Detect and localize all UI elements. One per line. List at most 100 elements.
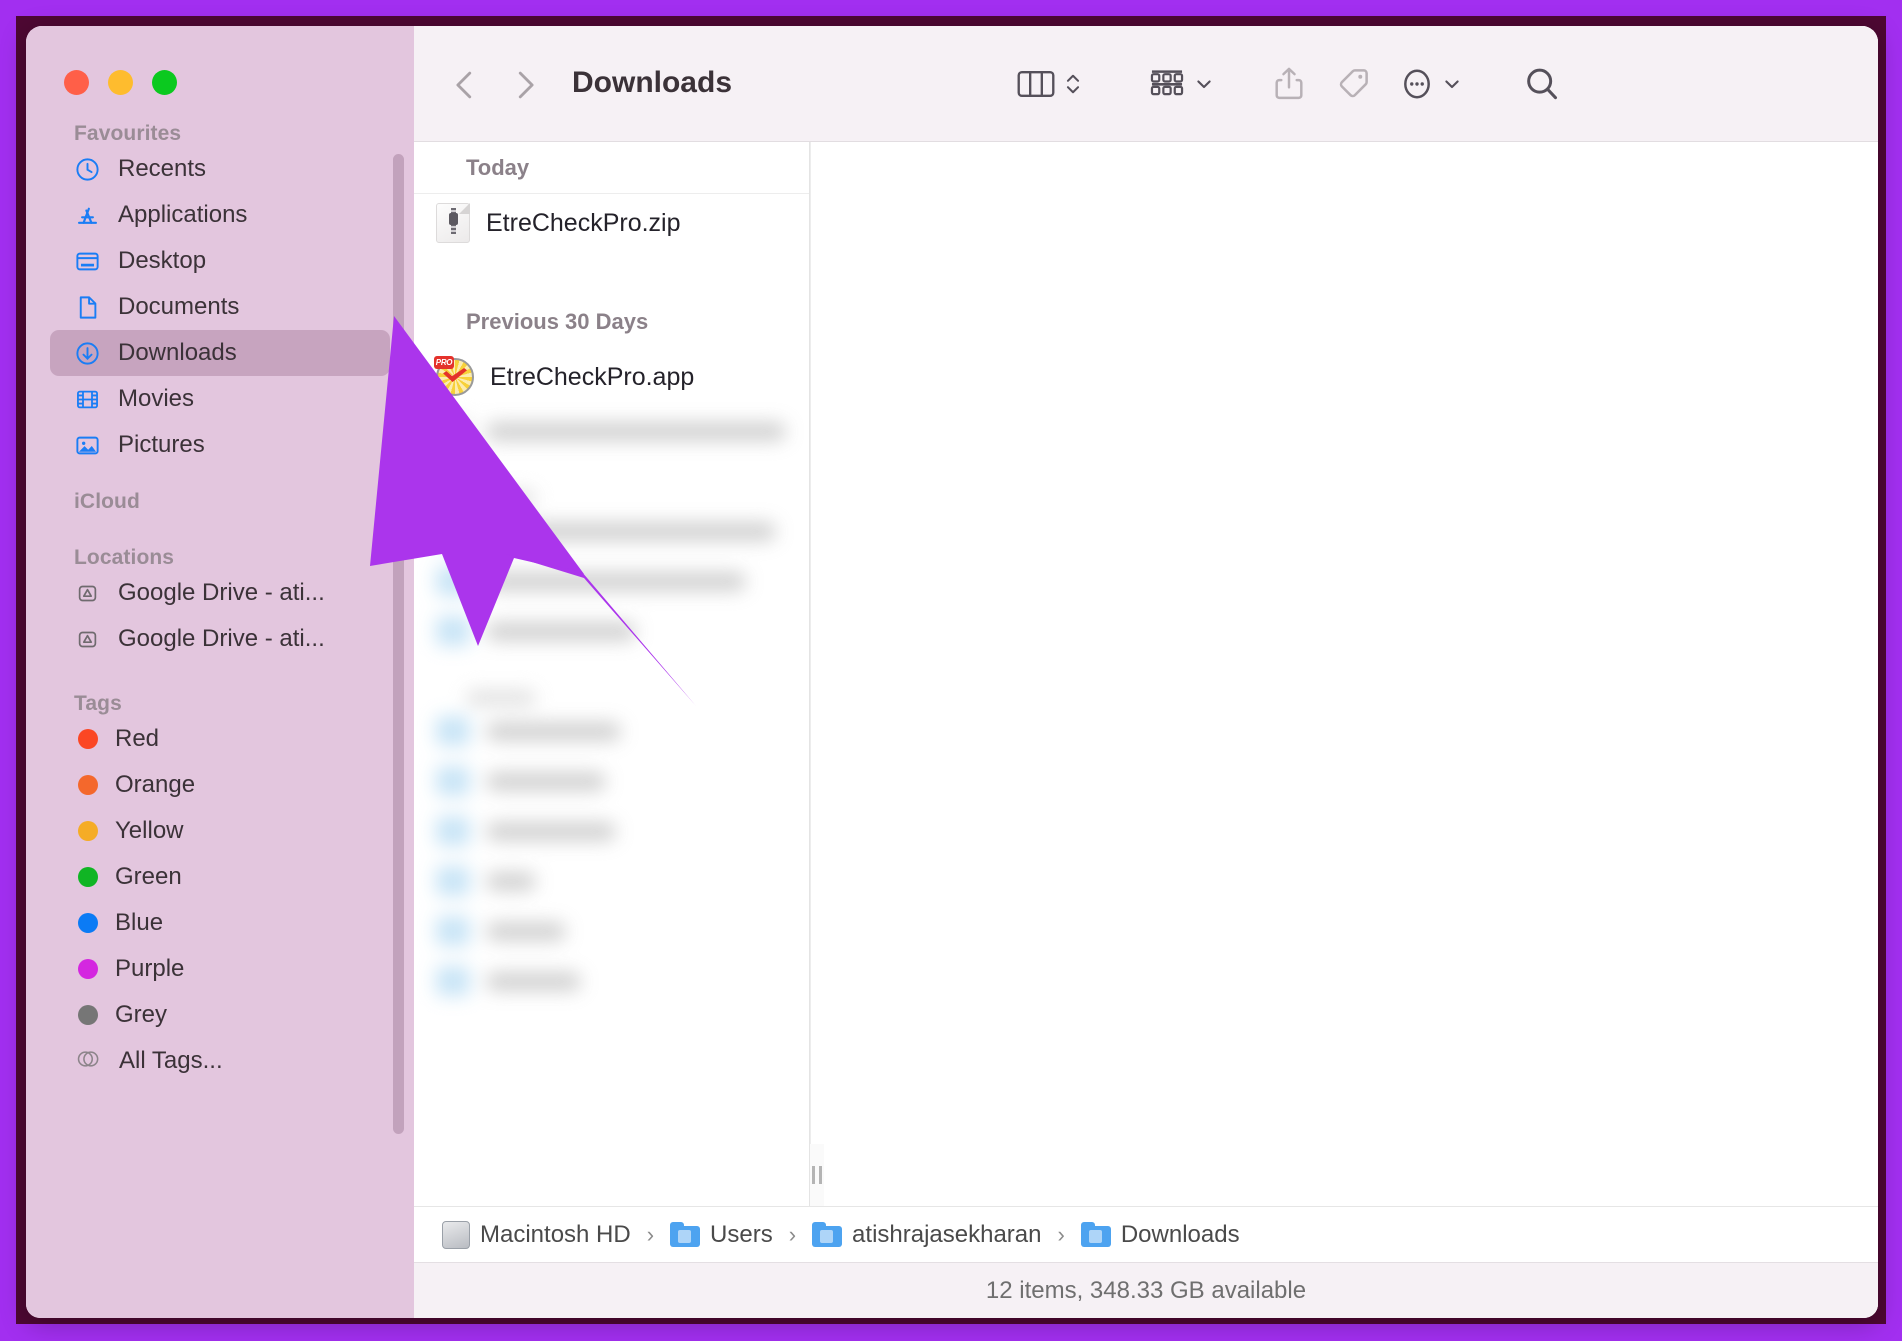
file-group-header: Today (414, 142, 809, 194)
sidebar-tag-orange[interactable]: Orange (50, 762, 390, 808)
breadcrumb-separator: › (1057, 1221, 1065, 1247)
sidebar-item-pictures[interactable]: Pictures (50, 422, 390, 468)
sidebar-item-label: All Tags... (119, 1047, 223, 1074)
sidebar-item-desktop[interactable]: Desktop (50, 238, 390, 284)
close-button[interactable] (64, 70, 89, 95)
tag-dot-icon (78, 821, 98, 841)
sidebar-section-title: iCloud (74, 490, 140, 513)
sidebar-item-label: Applications (118, 201, 248, 228)
sidebar-item-label: Orange (115, 771, 196, 798)
breadcrumb-separator: › (646, 1221, 655, 1247)
decorative-frame: Favourites Recents Applications Desktop … (0, 0, 1902, 1341)
back-button[interactable] (446, 66, 484, 104)
column-view-icon (1014, 65, 1058, 108)
maximize-button[interactable] (152, 70, 177, 95)
redacted-file-rows (414, 406, 809, 1006)
clock-icon (74, 156, 101, 183)
search-icon (1522, 64, 1562, 109)
share-icon (1270, 64, 1308, 109)
breadcrumb-label: Users (710, 1220, 773, 1248)
sidebar-item-google-drive-2[interactable]: Google Drive - ati... (50, 616, 390, 662)
folder-icon (812, 1222, 843, 1247)
sidebar-item-label: Green (115, 863, 182, 890)
all-tags-icon (75, 1048, 102, 1075)
sidebar-section-icloud: iCloud (26, 490, 414, 514)
window-controls (64, 70, 177, 95)
group-by-button[interactable] (1146, 64, 1214, 108)
breadcrumb-separator: › (788, 1221, 797, 1247)
document-icon (74, 294, 101, 321)
sidebar-item-recents[interactable]: Recents (50, 146, 390, 192)
breadcrumb-item-users[interactable]: Users (670, 1221, 773, 1249)
status-bar: 12 items, 348.33 GB available (414, 1262, 1878, 1318)
tag-button[interactable] (1334, 64, 1372, 108)
tag-icon (1334, 65, 1372, 108)
preview-pane (810, 142, 1878, 1206)
google-drive-icon (74, 580, 101, 607)
sidebar-item-applications[interactable]: Applications (50, 192, 390, 238)
sidebar-item-label: Red (115, 725, 160, 752)
chevron-down-icon (1194, 74, 1214, 99)
tag-dot-icon (78, 775, 98, 795)
toolbar: Downloads (414, 26, 1878, 142)
sidebar-item-label: Pictures (118, 431, 205, 458)
sidebar-tag-yellow[interactable]: Yellow (50, 808, 390, 854)
finder-window: Favourites Recents Applications Desktop … (26, 26, 1878, 1318)
sidebar-item-downloads[interactable]: Downloads (50, 330, 390, 376)
sidebar-tag-red[interactable]: Red (50, 716, 390, 762)
sidebar-item-label: Downloads (118, 339, 237, 366)
app-store-icon (74, 202, 101, 229)
breadcrumb-item-downloads[interactable]: Downloads (1080, 1221, 1240, 1249)
sidebar-section-locations: Locations Google Drive - ati... Google D… (26, 546, 414, 662)
more-options-button[interactable] (1398, 64, 1462, 108)
breadcrumb-label: atishrajasekharan (852, 1220, 1042, 1248)
breadcrumb-item-macintosh-hd[interactable]: Macintosh HD (442, 1220, 631, 1249)
file-row[interactable]: EtreCheckPro.zip (414, 194, 809, 252)
sidebar-tag-green[interactable]: Green (50, 854, 390, 900)
minimize-button[interactable] (108, 70, 133, 95)
sidebar-section-tags: Tags Red Orange Yellow Green Blue Purple… (26, 692, 414, 1084)
folder-icon (670, 1222, 701, 1247)
tag-dot-icon (78, 867, 98, 887)
sidebar-item-label: Recents (118, 155, 207, 182)
sidebar-section-title: Favourites (74, 122, 182, 145)
sidebar-item-movies[interactable]: Movies (50, 376, 390, 422)
forward-button[interactable] (506, 66, 544, 104)
tag-dot-icon (78, 959, 98, 979)
file-group-header: Previous 30 Days (466, 309, 649, 334)
sidebar-tag-grey[interactable]: Grey (50, 992, 390, 1038)
browser-panes: Today EtreCheckPro.zip Previous 30 Days … (414, 142, 1878, 1206)
view-mode-button[interactable] (1014, 64, 1082, 108)
sidebar-tag-purple[interactable]: Purple (50, 946, 390, 992)
sidebar-section-title: Tags (74, 692, 122, 715)
tag-dot-icon (78, 913, 98, 933)
share-button[interactable] (1270, 64, 1308, 108)
download-icon (74, 340, 101, 367)
breadcrumb: Macintosh HD › Users › atishrajasekharan (414, 1206, 1878, 1262)
sidebar-tag-blue[interactable]: Blue (50, 900, 390, 946)
tag-dot-icon (78, 729, 98, 749)
status-text: 12 items, 348.33 GB available (985, 1276, 1307, 1304)
search-button[interactable] (1522, 64, 1562, 108)
chevron-down-icon (1442, 74, 1462, 99)
breadcrumb-label: Macintosh HD (480, 1220, 631, 1248)
breadcrumb-item-atishrajasekharan[interactable]: atishrajasekharan (812, 1220, 1042, 1249)
sidebar-scrollbar[interactable] (393, 154, 404, 1134)
sidebar-section-favourites: Favourites Recents Applications Desktop … (26, 122, 414, 468)
sidebar-item-label: Grey (115, 1001, 168, 1028)
page-title: Downloads (572, 66, 733, 99)
content-area: Downloads Today EtreCheckPro.zip Previou… (414, 26, 1878, 1318)
sidebar-item-google-drive-1[interactable]: Google Drive - ati... (50, 570, 390, 616)
file-row[interactable]: PRO EtreCheckPro.app (414, 348, 809, 406)
file-name: EtreCheckPro.zip (486, 208, 681, 237)
sidebar-item-documents[interactable]: Documents (50, 284, 390, 330)
file-list-pane[interactable]: Today EtreCheckPro.zip Previous 30 Days … (414, 142, 810, 1206)
pane-resize-handle[interactable] (810, 1144, 824, 1206)
folder-icon (1080, 1222, 1111, 1247)
sidebar-item-label: Movies (118, 385, 195, 412)
sidebar-item-label: Google Drive - ati... (118, 579, 325, 606)
sidebar-all-tags[interactable]: All Tags... (50, 1038, 390, 1084)
sidebar: Favourites Recents Applications Desktop … (26, 26, 414, 1318)
group-by-icon (1146, 65, 1188, 108)
